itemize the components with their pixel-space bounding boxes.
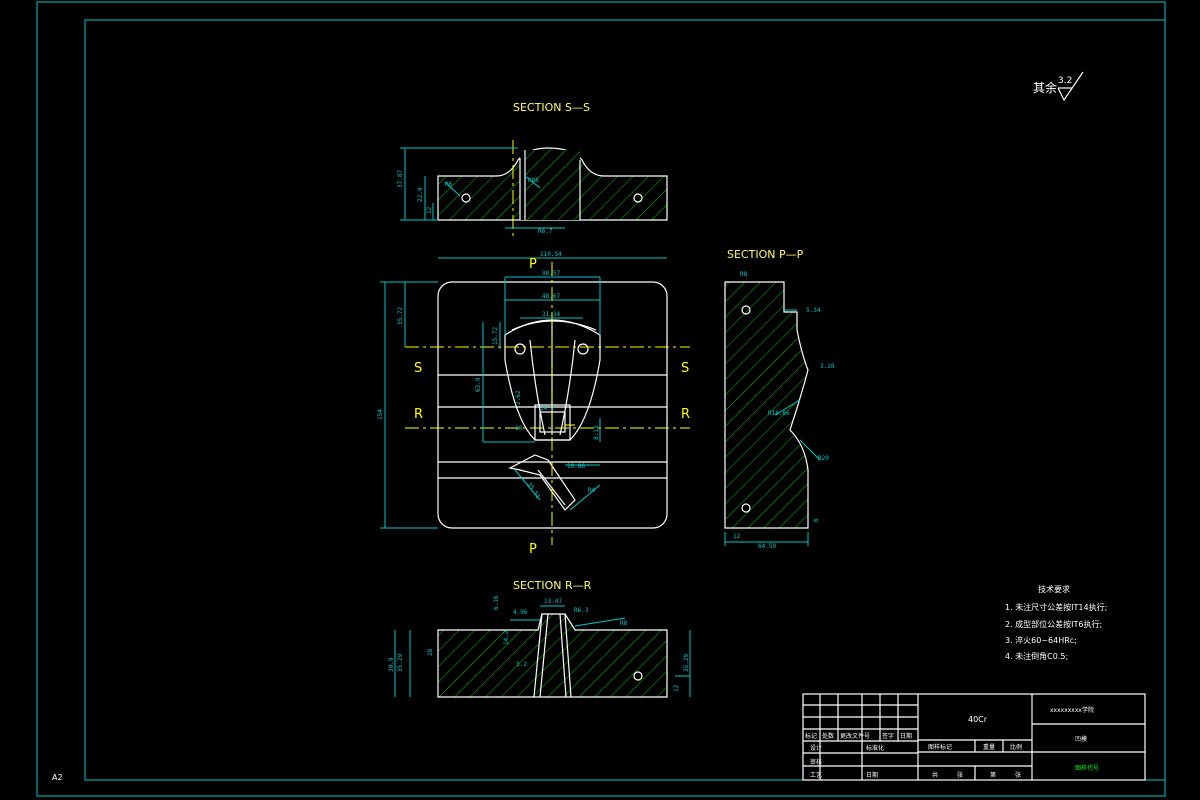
section-pp-title: SECTION P—P xyxy=(727,248,804,261)
tb-page: 第 xyxy=(990,771,996,779)
dim-plan-4867: 48.67 xyxy=(542,293,560,300)
tb-review: 审核 xyxy=(810,758,822,766)
tech-item-2: 2. 成型部位公差按IT6执行; xyxy=(1005,619,1102,629)
dim-rr-28: 28 xyxy=(427,648,434,656)
cut-mark-r-left: R xyxy=(414,407,423,422)
cut-mark-p-top: P xyxy=(529,257,537,272)
dim-plan-3134: 31.34 xyxy=(542,311,560,318)
dim-plan-height: 154 xyxy=(377,409,384,420)
dim-ss-r6: R6 xyxy=(445,181,453,188)
tb-drawing-no: 图样代号 xyxy=(1075,764,1099,772)
cut-mark-s-right: S xyxy=(681,361,689,376)
dim-plan-10: 10 xyxy=(515,425,523,432)
dim-pp-6: 6 xyxy=(813,518,820,522)
dim-rr-1347: 13.47 xyxy=(544,598,562,605)
cad-drawing: A2 其余 3.2 SECTION S—S 37.87 22.9 12 R6 R… xyxy=(36,1,1166,797)
dim-ss-height: 37.87 xyxy=(397,170,404,188)
tech-item-3: 3. 淬火60~64HRc; xyxy=(1005,635,1077,645)
dim-rr-3529-a: 35.29 xyxy=(397,654,404,672)
tb-weight: 重量 xyxy=(983,743,995,751)
dim-rr-496: 4.96 xyxy=(513,609,528,616)
section-rr-view: 6.16 13.47 4.96 R6.3 R8 14.2 3.2 28 35.2… xyxy=(388,595,691,698)
tb-label-count: 处数 xyxy=(822,732,834,740)
dim-pp-534: 5.34 xyxy=(806,307,821,314)
dim-rr-12: 12 xyxy=(673,684,680,692)
dim-rr-r63: R6.3 xyxy=(574,607,589,614)
dim-plan-142: 14.2 xyxy=(540,405,555,412)
tb-standardization: 标准化 xyxy=(866,744,884,752)
cut-mark-s-left: S xyxy=(414,361,422,376)
tech-item-1: 1. 未注尺寸公差按IT14执行; xyxy=(1005,602,1107,612)
dim-plan-width: 110.54 xyxy=(540,251,562,258)
dim-plan-1572: 15.72 xyxy=(492,327,499,345)
dim-plan-813: 8.13 xyxy=(593,425,600,440)
dim-rr-616: 6.16 xyxy=(493,595,500,610)
dim-rr-3529-b: 35.29 xyxy=(683,654,690,672)
dim-plan-1986: 19.86 xyxy=(567,463,585,470)
tb-page-word: 张 xyxy=(1015,771,1021,779)
tb-stage-mark: 图样标记 xyxy=(928,743,952,751)
dim-pp-r8: R8 xyxy=(740,271,748,278)
section-pp-view: R8 5.34 3.28 R18.66 R20 6 12 64.59 xyxy=(724,271,835,550)
tb-total: 共 xyxy=(932,771,938,779)
section-ss-view: 37.87 22.9 12 R6 R86 R6.7 xyxy=(397,140,668,236)
dim-plan-r4: R4 xyxy=(588,487,596,494)
tech-title: 技术要求 xyxy=(1038,584,1070,594)
dim-rr-399: 39.9 xyxy=(388,657,395,672)
sheet-size-label: A2 xyxy=(52,773,63,782)
tb-label-date: 日期 xyxy=(900,732,912,740)
roughness-value: 3.2 xyxy=(1058,76,1072,86)
dim-rr-r8: R8 xyxy=(620,620,628,627)
roughness-prefix: 其余 xyxy=(1033,80,1057,95)
section-ss-title: SECTION S—S xyxy=(513,101,590,114)
tb-school: xxxxxxxxx学院 xyxy=(1050,706,1094,714)
dim-rr-32: 3.2 xyxy=(516,661,527,668)
cut-mark-r-right: R xyxy=(681,407,690,422)
roughness-symbol: 其余 3.2 xyxy=(1033,71,1084,102)
dim-ss-r67: R6.7 xyxy=(538,228,553,235)
tb-scale: 比例 xyxy=(1010,743,1022,751)
title-block: 标记 处数 更改文件号 签字 日期 设计 标准化 审核 工艺 日期 40Cr x… xyxy=(802,693,1146,781)
dim-plan-3551: 35.51 xyxy=(525,481,541,500)
dim-pp-328: 3.28 xyxy=(820,363,835,370)
dim-ss-mid: 22.9 xyxy=(417,187,424,202)
dim-pp-r20: R20 xyxy=(818,455,829,462)
section-rr-title: SECTION R—R xyxy=(513,579,592,592)
dim-plan-9857: 98.57 xyxy=(542,270,560,277)
dim-ss-low: 12 xyxy=(426,206,433,214)
cut-mark-p-bottom: P xyxy=(529,542,537,557)
dim-plan-262: 2.62 xyxy=(515,390,522,405)
tb-label-change-doc: 更改文件号 xyxy=(840,732,870,740)
dim-pp-6459: 64.59 xyxy=(758,543,776,550)
tb-part-name: 凹模 xyxy=(1075,735,1087,743)
dim-plan-3572: 35.72 xyxy=(397,307,404,325)
dim-ss-r86: R86 xyxy=(528,177,539,184)
tb-process: 工艺 xyxy=(810,771,822,779)
tb-label-sign: 签字 xyxy=(882,732,894,740)
tb-sheet-word: 张 xyxy=(957,771,963,779)
plan-view: 110.54 98.57 48.67 31.34 35.72 15.72 63.… xyxy=(377,251,690,545)
tb-label-mark: 标记 xyxy=(805,732,817,740)
tech-item-4: 4. 未注倒角C0.5; xyxy=(1005,651,1068,661)
dim-plan-639: 63.9 xyxy=(475,377,482,392)
dim-pp-12: 12 xyxy=(733,533,741,540)
tb-date: 日期 xyxy=(866,771,878,779)
tech-requirements: 技术要求 1. 未注尺寸公差按IT14执行; 2. 成型部位公差按IT6执行; … xyxy=(1005,584,1107,661)
tb-design: 设计 xyxy=(810,744,822,752)
tb-material: 40Cr xyxy=(968,715,988,724)
dim-rr-142: 14.2 xyxy=(503,630,510,645)
dim-pp-r1866: R18.66 xyxy=(768,410,790,417)
